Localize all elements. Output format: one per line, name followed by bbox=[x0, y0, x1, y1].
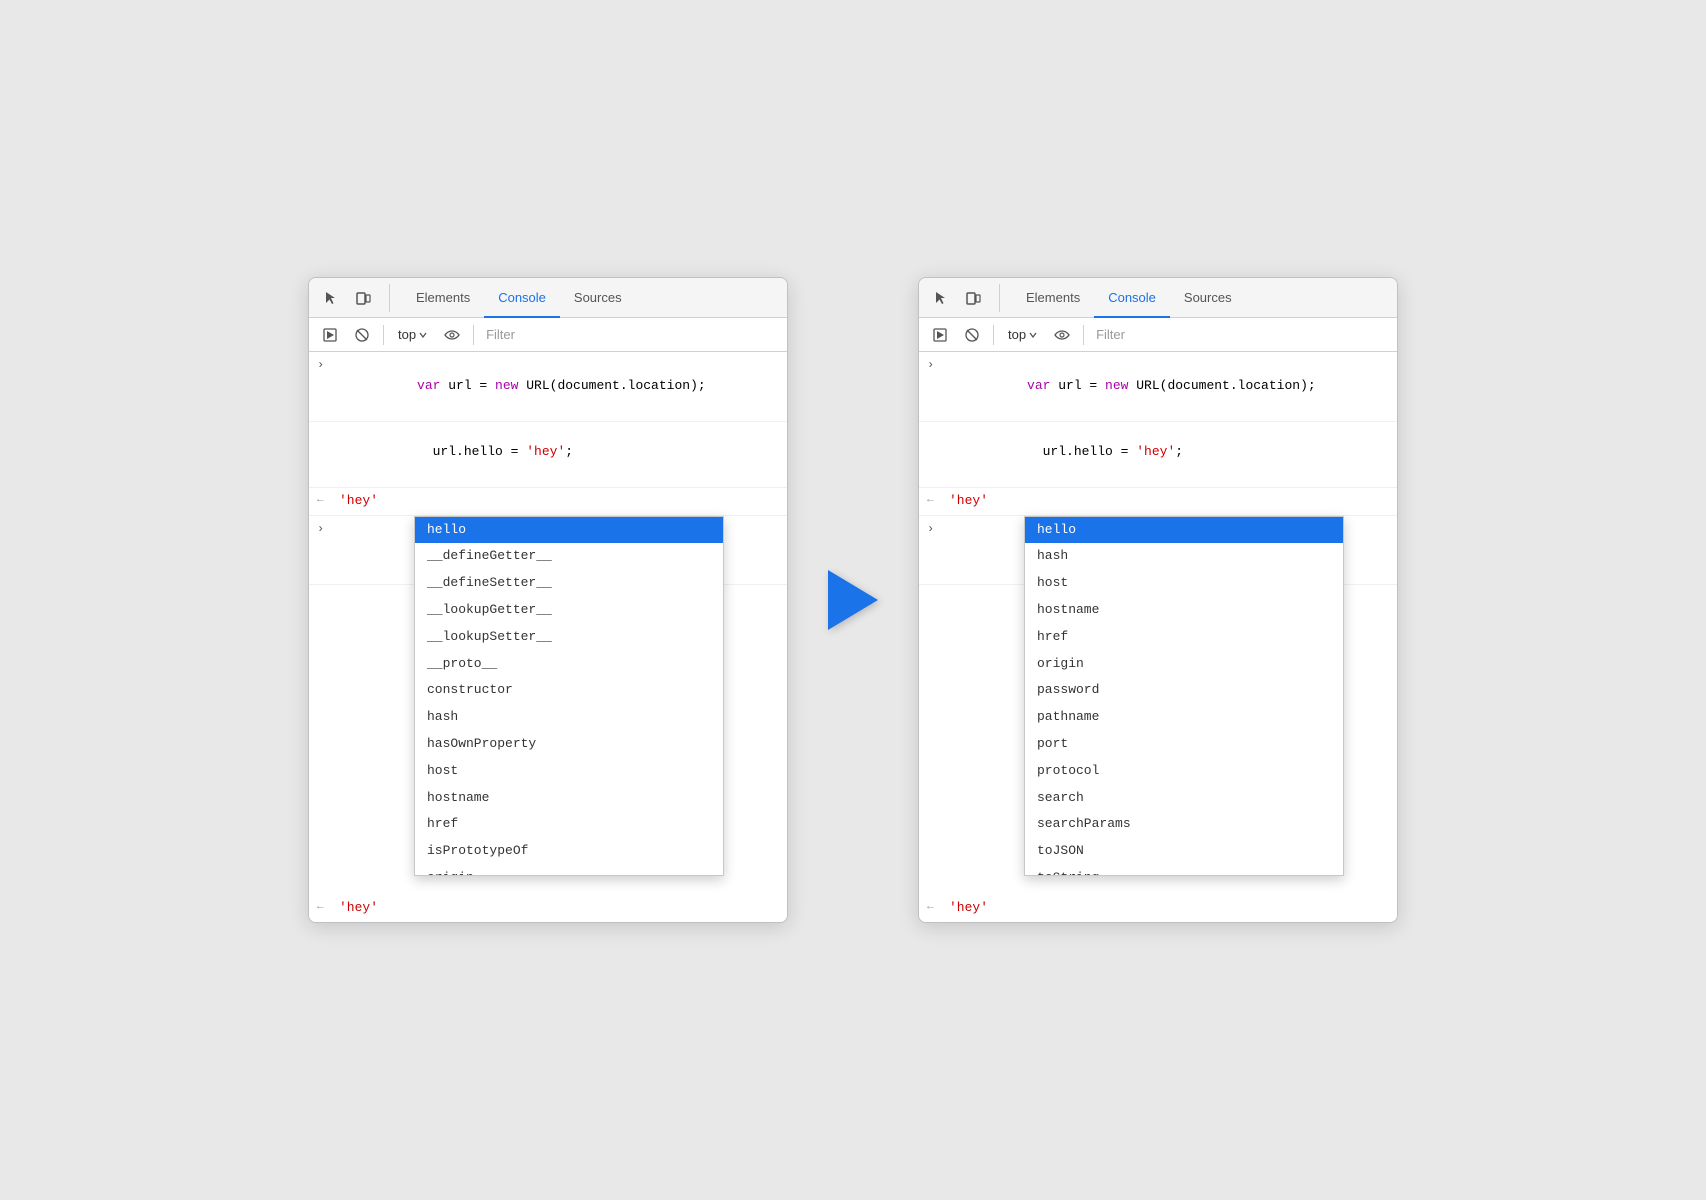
arrow-container bbox=[828, 570, 878, 630]
page-container: Elements Console Sources bbox=[308, 277, 1398, 923]
left-top-selector[interactable]: top bbox=[392, 325, 433, 344]
right-code-1b: url.hello = 'hey'; bbox=[949, 422, 1389, 484]
right-tab-sources[interactable]: Sources bbox=[1170, 278, 1246, 318]
left-autocomplete-item-10[interactable]: href bbox=[415, 811, 723, 838]
right-prompt-out1: ← bbox=[927, 491, 941, 510]
left-autocomplete-item-7[interactable]: hasOwnProperty bbox=[415, 731, 723, 758]
right-autocomplete-item-host[interactable]: host bbox=[1025, 570, 1343, 597]
left-prompt-1: › bbox=[317, 355, 331, 375]
right-autocomplete-item-protocol[interactable]: protocol bbox=[1025, 758, 1343, 785]
right-autocomplete-dropdown[interactable]: hello hash host hostname href origin pas… bbox=[1024, 516, 1344, 876]
right-arrow-icon bbox=[828, 570, 878, 630]
right-dropdown-arrow-icon bbox=[1029, 332, 1037, 338]
left-autocomplete-wrapper: › url.hello hello __defineGetter__ __def… bbox=[309, 516, 787, 585]
right-autocomplete-item-hostname[interactable]: hostname bbox=[1025, 597, 1343, 624]
right-console-content: › var url = new URL(document.location); … bbox=[919, 352, 1397, 922]
right-line-input1: › var url = new URL(document.location); bbox=[919, 352, 1397, 421]
left-console-content: › var url = new URL(document.location); … bbox=[309, 352, 787, 922]
left-tab-elements[interactable]: Elements bbox=[402, 278, 484, 318]
right-prompt-2: › bbox=[927, 519, 941, 539]
right-tab-console[interactable]: Console bbox=[1094, 278, 1170, 318]
left-line-input1b: › url.hello = 'hey'; bbox=[309, 422, 787, 488]
right-line-input1b: › url.hello = 'hey'; bbox=[919, 422, 1397, 488]
right-top-selector[interactable]: top bbox=[1002, 325, 1043, 344]
left-cursor-icon[interactable] bbox=[317, 284, 345, 312]
left-autocomplete-item-12[interactable]: origin bbox=[415, 865, 723, 876]
left-code-1b: url.hello = 'hey'; bbox=[339, 422, 779, 484]
left-line-input1: › var url = new URL(document.location); bbox=[309, 352, 787, 421]
right-autocomplete-item-toString[interactable]: toString bbox=[1025, 865, 1343, 876]
right-code-1: var url = new URL(document.location); bbox=[949, 355, 1389, 417]
right-eye-btn[interactable] bbox=[1049, 322, 1075, 348]
left-prompt-2: › bbox=[317, 519, 331, 539]
right-tab-icons bbox=[927, 284, 1000, 312]
right-result-2: 'hey' bbox=[949, 898, 1389, 919]
left-block-btn[interactable] bbox=[349, 322, 375, 348]
right-autocomplete-item-searchParams[interactable]: searchParams bbox=[1025, 811, 1343, 838]
right-tab-elements[interactable]: Elements bbox=[1012, 278, 1094, 318]
right-toolbar-divider bbox=[993, 325, 994, 345]
left-line-output1: ← 'hey' bbox=[309, 488, 787, 516]
left-run-btn[interactable] bbox=[317, 322, 343, 348]
left-devtools-panel: Elements Console Sources bbox=[308, 277, 788, 923]
left-toolbar-divider bbox=[383, 325, 384, 345]
right-filter-input[interactable] bbox=[1092, 325, 1389, 344]
right-autocomplete-item-toJSON[interactable]: toJSON bbox=[1025, 838, 1343, 865]
left-autocomplete-item-2[interactable]: __lookupGetter__ bbox=[415, 597, 723, 624]
right-autocomplete-item-origin[interactable]: origin bbox=[1025, 651, 1343, 678]
left-tab-sources[interactable]: Sources bbox=[560, 278, 636, 318]
left-filter-input[interactable] bbox=[482, 325, 779, 344]
left-autocomplete-item-3[interactable]: __lookupSetter__ bbox=[415, 624, 723, 651]
right-autocomplete-item-search[interactable]: search bbox=[1025, 785, 1343, 812]
right-prompt-1: › bbox=[927, 355, 941, 375]
right-block-btn[interactable] bbox=[959, 322, 985, 348]
right-autocomplete-item-hello[interactable]: hello bbox=[1025, 517, 1343, 544]
left-result-1: 'hey' bbox=[339, 491, 779, 512]
left-tab-bar: Elements Console Sources bbox=[309, 278, 787, 318]
left-result-2: 'hey' bbox=[339, 898, 779, 919]
left-autocomplete-item-8[interactable]: host bbox=[415, 758, 723, 785]
left-dropdown-arrow-icon bbox=[419, 332, 427, 338]
right-toolbar-divider2 bbox=[1083, 325, 1084, 345]
right-autocomplete-item-href[interactable]: href bbox=[1025, 624, 1343, 651]
left-autocomplete-item-4[interactable]: __proto__ bbox=[415, 651, 723, 678]
left-autocomplete-item-5[interactable]: constructor bbox=[415, 677, 723, 704]
left-autocomplete-item-1[interactable]: __defineSetter__ bbox=[415, 570, 723, 597]
right-autocomplete-item-password[interactable]: password bbox=[1025, 677, 1343, 704]
left-autocomplete-item-11[interactable]: isPrototypeOf bbox=[415, 838, 723, 865]
left-prompt-out1: ← bbox=[317, 491, 331, 510]
right-tab-bar: Elements Console Sources bbox=[919, 278, 1397, 318]
right-result-1: 'hey' bbox=[949, 491, 1389, 512]
right-cursor-icon[interactable] bbox=[927, 284, 955, 312]
left-eye-btn[interactable] bbox=[439, 322, 465, 348]
right-autocomplete-item-hash[interactable]: hash bbox=[1025, 543, 1343, 570]
left-tab-icons bbox=[317, 284, 390, 312]
right-autocomplete-wrapper: › url.hello hello hash host hostname hre… bbox=[919, 516, 1397, 585]
right-prompt-out2: ← bbox=[927, 898, 941, 917]
right-toolbar: top bbox=[919, 318, 1397, 352]
left-autocomplete-item-0[interactable]: __defineGetter__ bbox=[415, 543, 723, 570]
left-autocomplete-dropdown[interactable]: hello __defineGetter__ __defineSetter__ … bbox=[414, 516, 724, 876]
left-line-output2: ← 'hey' bbox=[309, 895, 787, 922]
left-autocomplete-item-9[interactable]: hostname bbox=[415, 785, 723, 812]
left-autocomplete-item-6[interactable]: hash bbox=[415, 704, 723, 731]
left-code-1: var url = new URL(document.location); bbox=[339, 355, 779, 417]
right-autocomplete-item-pathname[interactable]: pathname bbox=[1025, 704, 1343, 731]
left-device-icon[interactable] bbox=[349, 284, 377, 312]
left-tab-console[interactable]: Console bbox=[484, 278, 560, 318]
right-device-icon[interactable] bbox=[959, 284, 987, 312]
right-run-btn[interactable] bbox=[927, 322, 953, 348]
right-line-output1: ← 'hey' bbox=[919, 488, 1397, 516]
right-devtools-panel: Elements Console Sources bbox=[918, 277, 1398, 923]
left-prompt-out2: ← bbox=[317, 898, 331, 917]
right-autocomplete-item-port[interactable]: port bbox=[1025, 731, 1343, 758]
right-line-output2: ← 'hey' bbox=[919, 895, 1397, 922]
left-toolbar: top bbox=[309, 318, 787, 352]
left-autocomplete-item-hello[interactable]: hello bbox=[415, 517, 723, 544]
left-toolbar-divider2 bbox=[473, 325, 474, 345]
